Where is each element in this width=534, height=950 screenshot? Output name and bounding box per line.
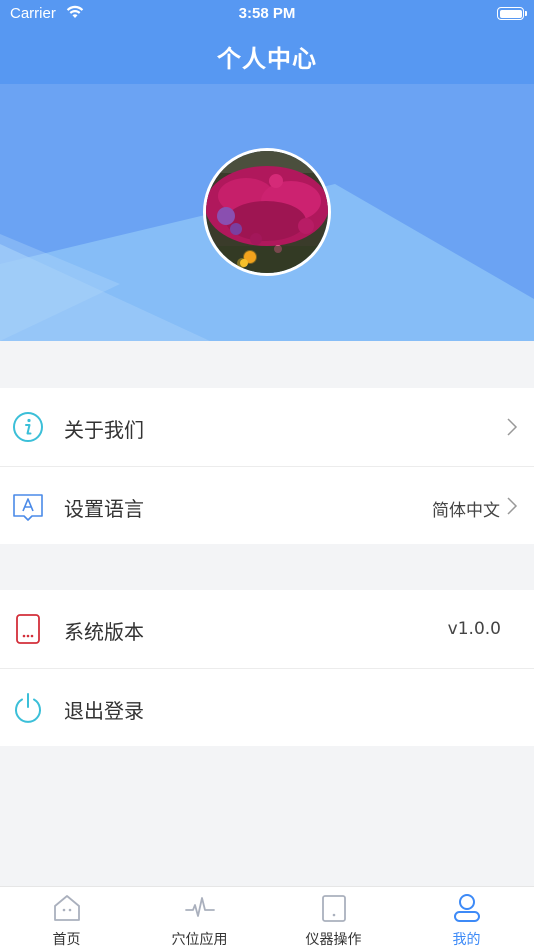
tab-bar: 首页 穴位应用 仪器操作 我的 xyxy=(0,886,534,950)
about-us-label: 关于我们 xyxy=(64,418,144,442)
avatar-flowers-image xyxy=(206,151,328,273)
avatar[interactable] xyxy=(203,148,331,276)
tab-home[interactable]: 首页 xyxy=(0,887,133,950)
power-icon xyxy=(15,693,41,723)
chevron-right-icon xyxy=(507,497,518,515)
tab-mine[interactable]: 我的 xyxy=(400,887,533,950)
logout-label: 退出登录 xyxy=(64,699,144,723)
system-version-row: 系统版本 v1.0.0 xyxy=(0,590,534,668)
profile-banner xyxy=(0,84,534,341)
logout-row[interactable]: 退出登录 xyxy=(0,668,534,746)
system-version-label: 系统版本 xyxy=(64,620,144,644)
tab-acupoint-label: 穴位应用 xyxy=(171,932,228,948)
tab-acupoint[interactable]: 穴位应用 xyxy=(133,887,266,950)
chevron-right-icon xyxy=(507,418,518,436)
status-time: 3:58 PM xyxy=(238,5,296,22)
phone-icon xyxy=(16,614,40,644)
home-icon xyxy=(53,895,80,921)
device-icon xyxy=(321,895,346,922)
user-icon xyxy=(453,894,480,922)
nav-bar: 个人中心 xyxy=(0,28,534,84)
settings-group-2: 系统版本 v1.0.0 退出登录 xyxy=(0,590,534,746)
pulse-icon xyxy=(184,897,215,917)
tab-home-label: 首页 xyxy=(52,932,81,948)
battery-icon xyxy=(497,7,527,20)
tab-device-label: 仪器操作 xyxy=(305,932,362,948)
language-row[interactable]: 设置语言 简体中文 xyxy=(0,466,534,544)
settings-group-1: 关于我们 设置语言 简体中文 xyxy=(0,388,534,544)
language-label: 设置语言 xyxy=(64,497,144,521)
info-icon xyxy=(13,412,43,442)
language-icon xyxy=(13,494,43,521)
status-bar: Carrier 3:58 PM xyxy=(0,0,534,28)
page-title: 个人中心 xyxy=(217,45,317,73)
about-us-row[interactable]: 关于我们 xyxy=(0,388,534,466)
tab-device[interactable]: 仪器操作 xyxy=(267,887,400,950)
current-language-value: 简体中文 xyxy=(432,501,500,521)
version-value: v1.0.0 xyxy=(447,619,501,639)
tab-mine-label: 我的 xyxy=(452,932,481,948)
